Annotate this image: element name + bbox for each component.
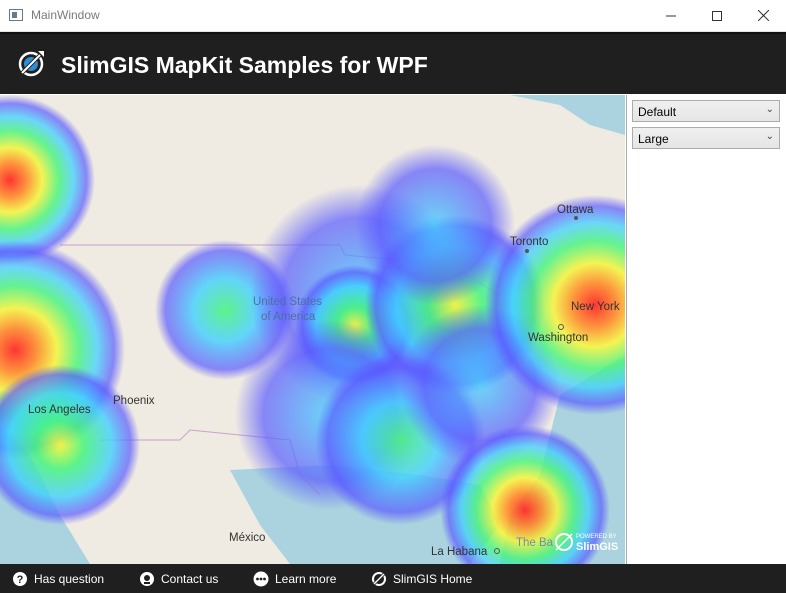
close-button[interactable]	[740, 0, 786, 31]
chevron-down-icon: ⌄	[765, 131, 774, 142]
has-question-label: Has question	[34, 571, 105, 586]
app-header: SlimGIS MapKit Samples for WPF	[0, 32, 786, 94]
svg-text:?: ?	[17, 574, 24, 586]
map-label-new-york: New York	[571, 301, 620, 313]
map-label-phoenix: Phoenix	[113, 395, 155, 407]
map-label-bahamas: The Ba	[516, 537, 554, 549]
map-view[interactable]: Ottawa Toronto United States of America …	[0, 95, 625, 564]
contact-us-link[interactable]: Contact us	[139, 564, 218, 593]
more-icon	[253, 571, 269, 586]
options-sidebar: Default ⌄ Large ⌄	[626, 95, 786, 564]
contact-us-label: Contact us	[161, 571, 219, 586]
map-label-mexico: México	[229, 532, 265, 544]
headset-icon	[140, 571, 154, 586]
close-icon	[757, 10, 769, 21]
minimize-icon	[666, 15, 676, 16]
slimgis-logo-icon	[371, 571, 387, 586]
city-dot	[574, 216, 578, 220]
size-select[interactable]: Large ⌄	[632, 127, 780, 149]
heatmap-canvas: Ottawa Toronto United States of America …	[0, 95, 625, 564]
watermark-brand: SlimGIS	[576, 541, 618, 553]
map-label-washington: Washington	[528, 332, 588, 344]
size-select-value: Large	[638, 132, 669, 146]
style-select-value: Default	[638, 105, 677, 119]
maximize-button[interactable]	[694, 0, 740, 31]
question-icon: ?	[13, 571, 27, 586]
map-label-united-states: United States	[253, 296, 322, 308]
slimgis-logo-icon	[18, 51, 44, 77]
chevron-down-icon: ⌄	[765, 104, 774, 115]
learn-more-link[interactable]: Learn more	[253, 564, 336, 593]
minimize-button[interactable]	[648, 0, 694, 31]
map-label-ottawa: Ottawa	[557, 204, 594, 216]
slimgis-home-label: SlimGIS Home	[393, 571, 473, 586]
city-dot	[525, 249, 529, 253]
map-label-toronto: Toronto	[510, 236, 548, 248]
map-label-la-habana: La Habana	[431, 546, 488, 558]
window-titlebar: MainWindow	[0, 0, 786, 32]
maximize-icon	[712, 10, 722, 21]
map-label-of-america: of America	[261, 311, 316, 323]
window-title: MainWindow	[31, 8, 100, 22]
style-select[interactable]: Default ⌄	[632, 100, 780, 122]
map-label-los-angeles: Los Angeles	[28, 404, 91, 416]
watermark-powered-by: POWERED BY	[576, 534, 617, 540]
footer-bar: ? Has question Contact us Learn more Sli…	[0, 564, 786, 593]
app-window-icon	[9, 9, 23, 21]
app-title: SlimGIS MapKit Samples for WPF	[61, 52, 428, 78]
slimgis-home-link[interactable]: SlimGIS Home	[371, 564, 472, 593]
has-question-link[interactable]: ? Has question	[12, 564, 104, 593]
learn-more-label: Learn more	[275, 571, 337, 586]
